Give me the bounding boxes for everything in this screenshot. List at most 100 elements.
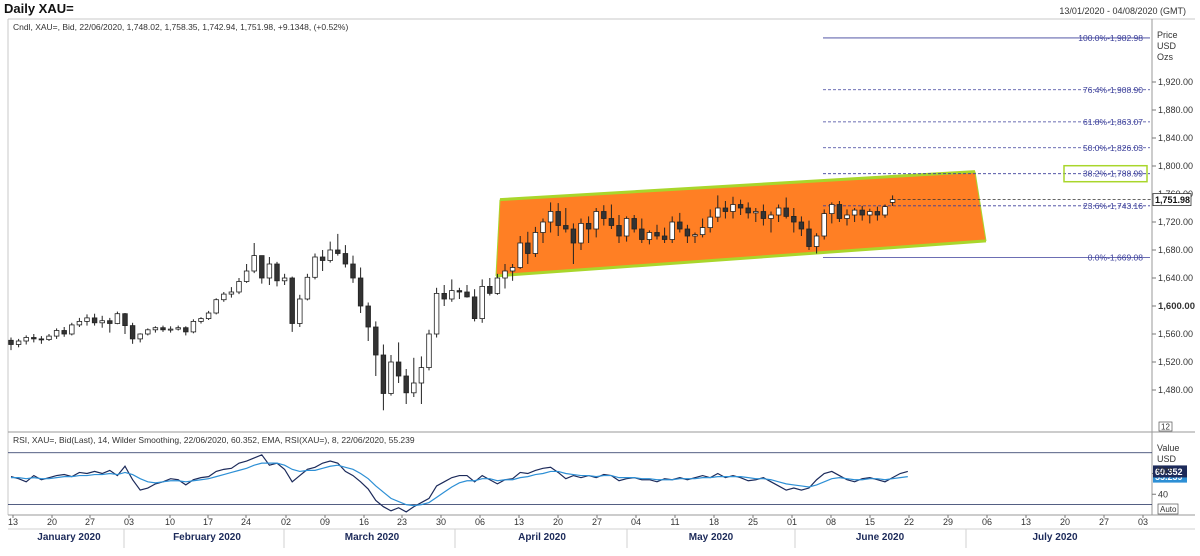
candle-body [547, 211, 554, 223]
candle-body [380, 354, 387, 394]
time-tick-label: 18 [709, 517, 719, 527]
price-tick-label: 1,480.00 [1158, 385, 1193, 395]
rsi-axis-title-line-2: USD [1157, 454, 1177, 464]
candle-body [251, 255, 257, 272]
candle-body [654, 232, 660, 237]
candle-body [31, 337, 37, 340]
time-tick-label: 04 [631, 517, 641, 527]
time-tick-label: 29 [943, 517, 953, 527]
candle-body [684, 228, 691, 237]
candle-body [768, 214, 774, 219]
time-month-label: July 2020 [1032, 532, 1077, 543]
channel-fill [496, 171, 986, 276]
candle-body [411, 382, 417, 394]
fib-level-label: 38.2%-1,788.99 [1083, 169, 1143, 179]
candle-body [357, 277, 364, 307]
candle-body [297, 298, 303, 324]
candle-body [775, 207, 782, 216]
candle-body [532, 232, 539, 254]
candle-body [335, 249, 341, 254]
candle-body [137, 333, 143, 340]
fib-level-label: 61.8%-1,863.07 [1083, 117, 1143, 127]
candle-body [502, 270, 508, 279]
time-axis: 13 20 27 03 10 17 24 02 09 16 23 30 06 13 20 27 04 11 18 25… [8, 515, 1148, 548]
candle-body [882, 206, 888, 216]
price-tick-label: 1,520.00 [1158, 357, 1193, 367]
price-tick-label: 1,920.00 [1158, 77, 1193, 87]
time-month-label: May 2020 [689, 532, 734, 543]
candle-body [791, 215, 797, 223]
time-month-label: February 2020 [173, 532, 241, 543]
candle-body [114, 313, 121, 324]
candle-body [631, 218, 637, 230]
candle-body [593, 211, 599, 230]
candle-body [23, 337, 29, 342]
time-tick-label: 25 [748, 517, 758, 527]
price-legend: Cndl, XAU=, Bid, 22/06/2020, 1,748.02, 1… [13, 22, 348, 32]
candle-body [61, 330, 67, 335]
candle-body [69, 324, 75, 335]
candle-body [266, 263, 273, 279]
time-tick-label: 13 [514, 517, 524, 527]
candle-body [259, 255, 265, 279]
auto-badge-label: Auto [1160, 505, 1177, 514]
candle-body [555, 211, 561, 226]
candle-body [350, 263, 356, 279]
candle-body [737, 204, 744, 209]
candle-body [167, 328, 174, 331]
time-tick-label: 20 [553, 517, 563, 527]
rsi-axis-title-line-3: Ozs [1157, 465, 1174, 475]
rsi-axis-title-line-1: Value [1157, 443, 1179, 453]
time-tick-label: 15 [865, 517, 875, 527]
candle-body [471, 296, 478, 319]
candle-body [585, 222, 592, 230]
candle-body [190, 320, 197, 333]
time-tick-label: 09 [320, 517, 330, 527]
fib-level-label: 23.6%-1,743.16 [1083, 201, 1143, 211]
candle-body [198, 318, 204, 322]
candle-body [851, 209, 858, 216]
candle-body [342, 253, 349, 265]
time-tick-label: 22 [904, 517, 914, 527]
time-tick-label: 03 [124, 517, 134, 527]
candle-body [160, 327, 166, 331]
candle-body [15, 340, 22, 345]
candle-body [129, 325, 136, 340]
candle-body [289, 277, 295, 324]
candle-body [312, 256, 318, 278]
time-tick-label: 01 [787, 517, 797, 527]
candle-body [418, 367, 425, 384]
candle-body [623, 218, 630, 237]
candle-body [441, 292, 447, 300]
candle-body [601, 211, 607, 219]
candle-body [183, 327, 189, 333]
candle-body [487, 285, 493, 294]
candle-body [677, 221, 683, 230]
candle-body [829, 204, 835, 214]
time-month-label: June 2020 [856, 532, 905, 543]
candle-body [699, 227, 706, 236]
candle-body [889, 199, 896, 203]
price-tick-label: 1,720.00 [1158, 217, 1193, 227]
rsi-tick-label: 40 [1158, 489, 1168, 499]
time-tick-label: 02 [281, 517, 291, 527]
candle-body [479, 285, 485, 319]
time-tick-label: 17 [203, 517, 213, 527]
candle-body [867, 211, 873, 216]
time-month-label: March 2020 [345, 532, 400, 543]
chart-canvas[interactable]: 1,480.00 1,520.00 1,560.00 1,600.00 1,640.00… [0, 0, 1200, 556]
candle-body [669, 221, 675, 240]
fib-level-label: 76.4%-1,908.90 [1083, 85, 1143, 95]
candle-body [228, 291, 235, 295]
candle-body [639, 228, 645, 240]
rsi-panel: 406055.23960.352Auto [8, 452, 1187, 515]
price-tick-label: 1,560.00 [1158, 329, 1193, 339]
candle-body [616, 225, 622, 237]
candle-body [274, 263, 280, 282]
price-tick-label: 1,640.00 [1158, 273, 1193, 283]
candle-body [608, 218, 615, 226]
candle-body [844, 214, 850, 219]
candle-body [365, 305, 371, 328]
price-panel: 1,480.00 1,520.00 1,560.00 1,600.00 1,640.00… [8, 33, 1195, 432]
price-axis-title-line-1: Price [1157, 30, 1178, 40]
